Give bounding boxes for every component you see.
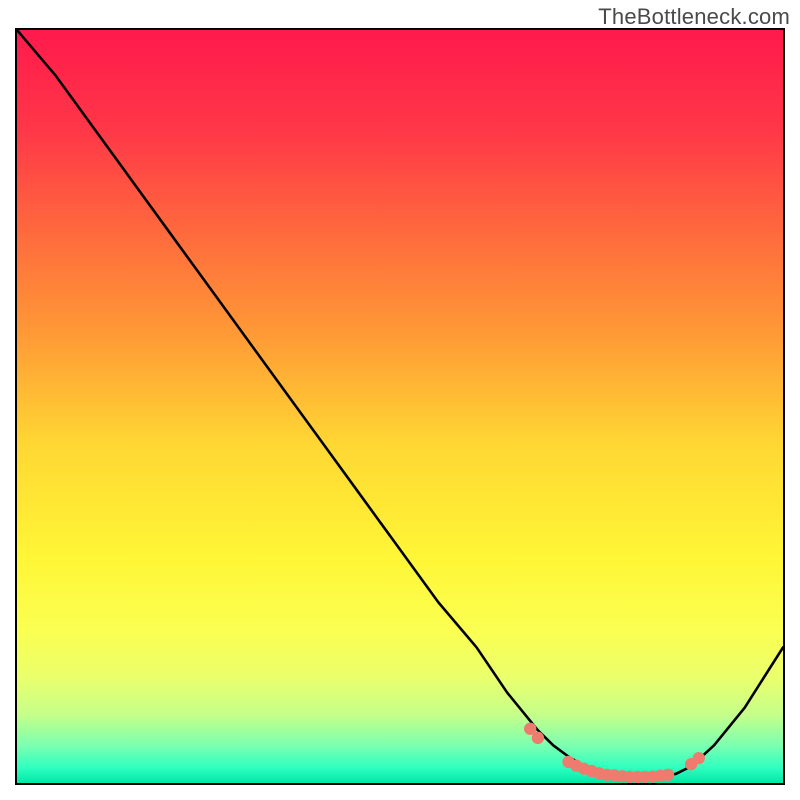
watermark-label: TheBottleneck.com (598, 4, 790, 30)
plot-area (15, 28, 785, 785)
background-gradient (17, 30, 783, 783)
chart-container: TheBottleneck.com (0, 0, 800, 800)
